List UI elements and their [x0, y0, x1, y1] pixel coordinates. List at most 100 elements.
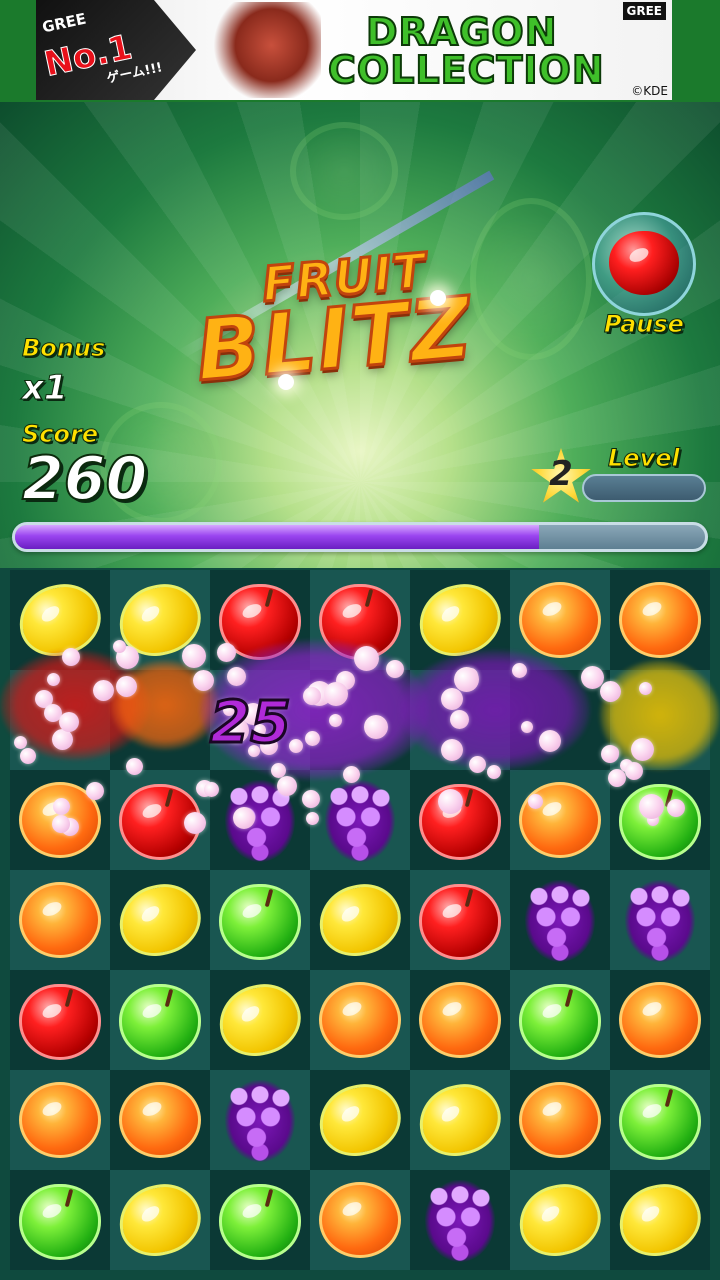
board-cell[interactable]	[610, 870, 710, 970]
board-cell[interactable]	[310, 570, 410, 670]
lemon-icon[interactable]	[612, 1177, 708, 1263]
board-cell[interactable]	[110, 670, 210, 770]
lemon-icon[interactable]	[412, 1077, 508, 1163]
board-cell[interactable]	[410, 570, 510, 670]
orange-icon[interactable]	[619, 582, 701, 658]
board-cell[interactable]	[410, 670, 510, 770]
board-cell[interactable]	[610, 970, 710, 1070]
board-cell[interactable]	[410, 1070, 510, 1170]
board-cell[interactable]	[10, 770, 110, 870]
board-cell[interactable]	[210, 770, 310, 870]
board-cell[interactable]	[10, 1170, 110, 1270]
lemon-icon[interactable]	[312, 877, 408, 963]
shine	[38, 603, 63, 625]
grape-icon[interactable]	[525, 880, 595, 962]
board-cell[interactable]	[210, 970, 310, 1070]
apple-red-icon[interactable]	[319, 584, 401, 660]
apple-red-icon[interactable]	[419, 884, 501, 960]
orange-icon[interactable]	[619, 982, 701, 1058]
board-cell[interactable]	[410, 1170, 510, 1270]
apple-green-icon[interactable]	[619, 1084, 701, 1160]
apple-green-icon[interactable]	[219, 884, 301, 960]
board-cell[interactable]	[10, 570, 110, 670]
apple-green-icon[interactable]	[519, 984, 601, 1060]
grape-icon[interactable]	[425, 1180, 495, 1262]
game-board[interactable]	[10, 570, 710, 1270]
board-cell[interactable]	[510, 970, 610, 1070]
board-cell[interactable]	[510, 1070, 610, 1170]
board-cell[interactable]	[110, 970, 210, 1070]
stem	[264, 888, 274, 908]
board-cell[interactable]	[310, 870, 410, 970]
board-cell[interactable]	[510, 770, 610, 870]
lemon-icon[interactable]	[312, 1077, 408, 1163]
board-cell[interactable]	[310, 670, 410, 770]
bonus-label: Bonus	[21, 334, 106, 363]
orange-icon[interactable]	[319, 1182, 401, 1258]
orange-icon[interactable]	[419, 982, 501, 1058]
orange-icon[interactable]	[519, 782, 601, 858]
board-cell[interactable]	[410, 970, 510, 1070]
board-cell[interactable]	[10, 670, 110, 770]
lemon-icon[interactable]	[112, 577, 208, 663]
grape-icon[interactable]	[625, 880, 695, 962]
board-cell[interactable]	[510, 1170, 610, 1270]
board-cell[interactable]	[310, 1170, 410, 1270]
apple-red-icon[interactable]	[419, 784, 501, 860]
apple-red-icon[interactable]	[219, 584, 301, 660]
board-cell[interactable]	[310, 1070, 410, 1170]
lemon-icon[interactable]	[512, 1177, 608, 1263]
lemon-icon[interactable]	[412, 577, 508, 663]
board-cell[interactable]	[10, 970, 110, 1070]
board-cell[interactable]	[610, 570, 710, 670]
grape-icon[interactable]	[225, 780, 295, 862]
lemon-icon[interactable]	[12, 577, 108, 663]
orange-icon[interactable]	[519, 1082, 601, 1158]
time-bar	[12, 522, 708, 552]
lemon-icon[interactable]	[112, 877, 208, 963]
board-cell[interactable]	[110, 1170, 210, 1270]
board-cell[interactable]	[610, 1170, 710, 1270]
board-cell[interactable]	[210, 1070, 310, 1170]
grape-icon[interactable]	[325, 780, 395, 862]
board-cell[interactable]	[310, 770, 410, 870]
board-cell[interactable]	[110, 570, 210, 670]
board-cell[interactable]	[10, 1070, 110, 1170]
board-cell[interactable]	[610, 770, 710, 870]
stem	[364, 588, 374, 608]
orange-icon[interactable]	[19, 882, 101, 958]
pause-label[interactable]: Pause	[592, 310, 696, 339]
orange-icon[interactable]	[519, 582, 601, 658]
orange-icon[interactable]	[19, 782, 101, 858]
apple-green-icon[interactable]	[219, 1184, 301, 1260]
board-cell[interactable]	[310, 970, 410, 1070]
lemon-icon[interactable]	[212, 977, 308, 1063]
board-cell[interactable]	[410, 870, 510, 970]
apple-green-icon[interactable]	[619, 784, 701, 860]
board-cell[interactable]	[10, 870, 110, 970]
apple-green-icon[interactable]	[119, 984, 201, 1060]
pause-button[interactable]	[592, 212, 696, 316]
board-cell[interactable]	[110, 1070, 210, 1170]
apple-red-icon[interactable]	[19, 984, 101, 1060]
board-cell[interactable]	[210, 570, 310, 670]
orange-icon[interactable]	[119, 1082, 201, 1158]
board-cell[interactable]	[510, 870, 610, 970]
board-cell[interactable]	[510, 670, 610, 770]
shine	[338, 1103, 363, 1125]
orange-icon[interactable]	[19, 1082, 101, 1158]
board-cell[interactable]	[110, 770, 210, 870]
board-cell[interactable]	[210, 870, 310, 970]
board-cell[interactable]	[610, 670, 710, 770]
board-cell[interactable]	[410, 770, 510, 870]
grape-icon[interactable]	[225, 1080, 295, 1162]
board-cell[interactable]	[610, 1070, 710, 1170]
apple-red-icon[interactable]	[119, 784, 201, 860]
apple-green-icon[interactable]	[19, 1184, 101, 1260]
board-cell[interactable]	[510, 570, 610, 670]
board-cell[interactable]	[210, 1170, 310, 1270]
ad-banner[interactable]: GREE No.1 ゲーム!!! DRAGON COLLECTION GREE …	[36, 0, 672, 100]
orange-icon[interactable]	[319, 982, 401, 1058]
board-cell[interactable]	[110, 870, 210, 970]
lemon-icon[interactable]	[112, 1177, 208, 1263]
